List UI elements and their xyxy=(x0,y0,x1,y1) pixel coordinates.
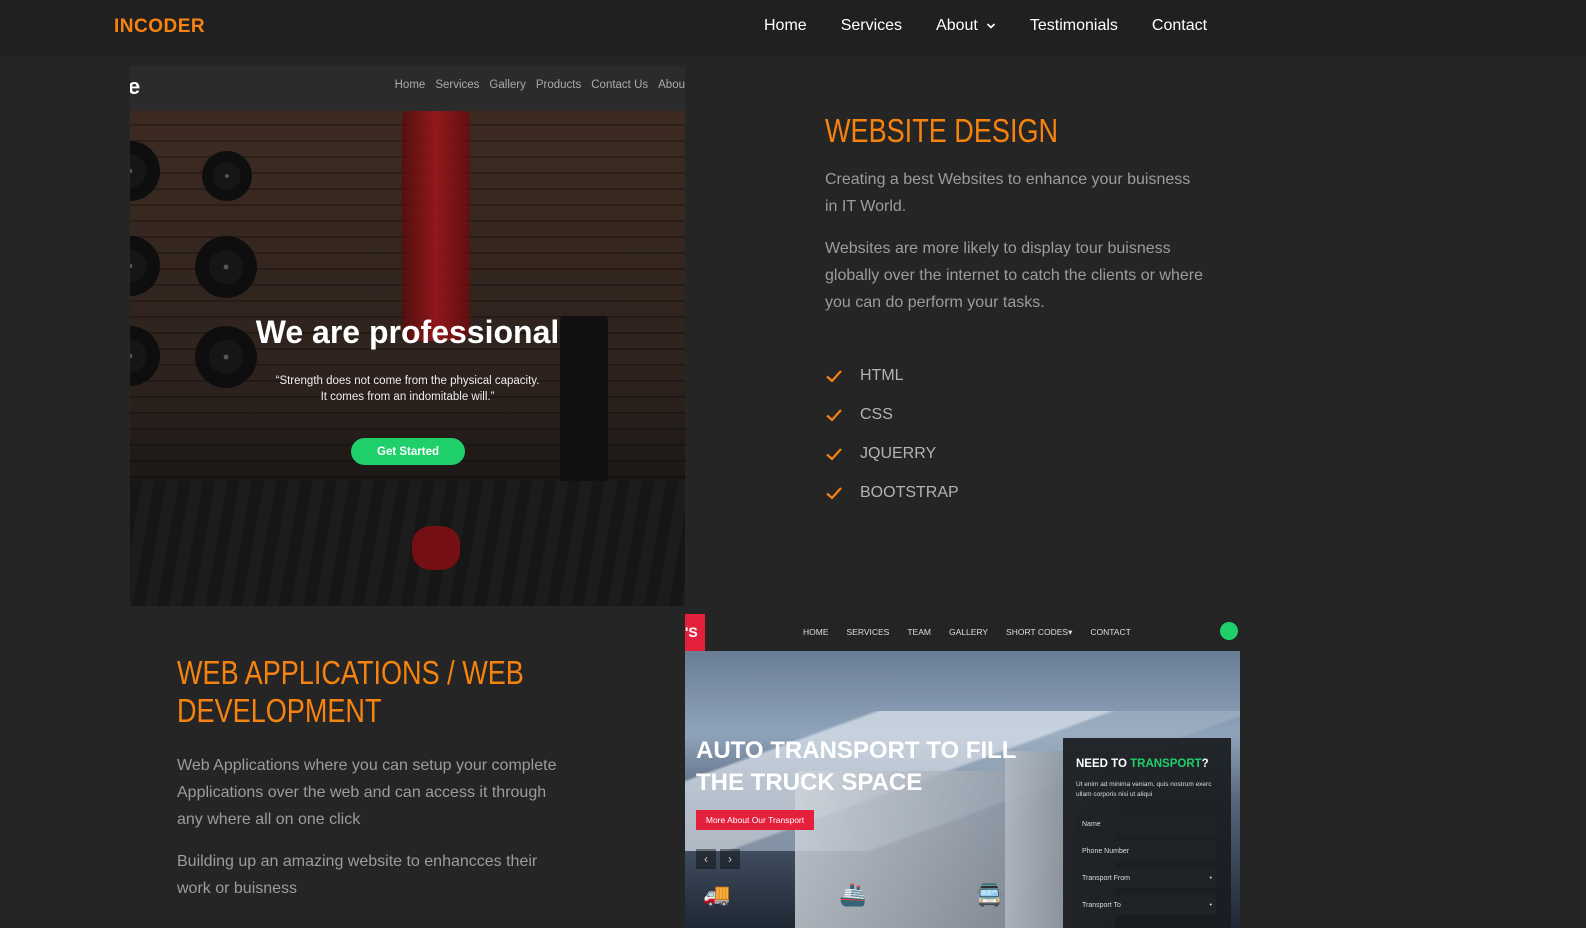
preview-transport-form: NEED TO TRANSPORT? Ut enim ad minima ven… xyxy=(1063,738,1231,928)
bus-icon: 🚍 xyxy=(975,882,1003,907)
form-description: Ut enim ad minima veniam, quis nostrum e… xyxy=(1076,781,1212,798)
dropdown-dot-icon: • xyxy=(1209,874,1212,882)
nav-testimonials[interactable]: Testimonials xyxy=(1030,17,1118,35)
phone-icon xyxy=(1220,622,1238,640)
nav-home-label: Home xyxy=(764,17,807,34)
skill-label: CSS xyxy=(860,405,893,423)
section-paragraph: Websites are more likely to display tour… xyxy=(825,240,1203,311)
check-icon xyxy=(826,486,842,500)
skills-list: HTML CSS JQUERRY BOOTSTRAP xyxy=(825,356,1205,512)
field-label: Name xyxy=(1082,820,1101,828)
preview-nav-item: GALLERY xyxy=(948,627,989,637)
section-body: Web Applications where you can setup you… xyxy=(177,752,557,902)
dropdown-dot-icon: • xyxy=(1209,901,1212,909)
check-icon xyxy=(826,369,842,383)
preview-nav-item: Gallery xyxy=(489,79,526,91)
weight-plate-graphic xyxy=(130,236,160,296)
brand-logo[interactable]: INCODER xyxy=(114,16,205,38)
preview-logo: e xyxy=(130,74,141,99)
preview-more-button: More About Our Transport xyxy=(696,810,814,830)
preview-nav-item: Home xyxy=(394,79,426,91)
field-label: Transport To xyxy=(1082,901,1121,909)
floor-graphic xyxy=(130,481,685,606)
punching-bag-graphic xyxy=(402,111,470,341)
nav-contact[interactable]: Contact xyxy=(1152,17,1207,35)
ship-icon: 🚢 xyxy=(839,882,867,907)
web-applications-section: WEB APPLICATIONS / WEB DEVELOPMENT Web A… xyxy=(177,654,557,917)
form-title-prefix: NEED TO xyxy=(1076,758,1131,770)
form-field-transport-to: Transport To • xyxy=(1076,895,1216,915)
nav-about-label: About xyxy=(936,17,978,34)
form-field-name: Name xyxy=(1076,814,1216,834)
preview-service-icons: 🚚 🚢 🚍 xyxy=(703,882,1003,908)
form-title-highlight: TRANSPORT xyxy=(1130,758,1202,770)
section-title: WEB APPLICATIONS / WEB DEVELOPMENT xyxy=(177,654,524,729)
skill-label: BOOTSTRAP xyxy=(860,483,959,501)
chevron-left-icon: ‹ xyxy=(696,849,716,869)
weight-plate-graphic xyxy=(195,236,257,298)
section-paragraph: Creating a best Websites to enhance your… xyxy=(825,171,1191,215)
form-field-phone: Phone Number xyxy=(1076,841,1216,861)
list-item: JQUERRY xyxy=(825,434,1205,473)
truck-icon: 🚚 xyxy=(703,882,731,907)
preview-nav-links: HOME SERVICES TEAM GALLERY SHORT CODES▾ … xyxy=(803,627,1131,638)
section-title: WEBSITE DESIGN xyxy=(825,112,1059,149)
preview-hero: We are professional “Strength does not c… xyxy=(130,111,685,606)
nav-testimonials-label: Testimonials xyxy=(1029,17,1118,34)
list-item: HTML xyxy=(825,356,1205,395)
preview-nav-item: CONTACT xyxy=(1090,627,1131,637)
preview-hero-quote: “Strength does not come from the physica… xyxy=(275,375,540,403)
preview-nav-item: Abou xyxy=(658,79,685,91)
list-item: BOOTSTRAP xyxy=(825,473,1205,512)
preview-navbar: 'S HOME SERVICES TEAM GALLERY SHORT CODE… xyxy=(685,614,1240,651)
website-design-preview-image: e Home Services Gallery Products Contact… xyxy=(130,66,685,606)
preview-nav-item: TEAM xyxy=(907,627,931,637)
section-body: Creating a best Websites to enhance your… xyxy=(825,166,1205,316)
weight-plate-graphic xyxy=(130,141,160,201)
boxing-glove-graphic xyxy=(412,526,460,570)
preview-get-started-button: Get Started xyxy=(351,438,465,465)
preview-slider-arrows: ‹ › xyxy=(696,849,740,869)
preview-hero-title: We are professional xyxy=(255,314,560,350)
field-label: Transport From xyxy=(1082,874,1130,882)
chevron-down-icon xyxy=(986,23,995,29)
preview-hero-title: AUTO TRANSPORT TO FILL THE TRUCK SPACE xyxy=(696,737,1017,796)
check-icon xyxy=(826,408,842,422)
website-design-section: WEBSITE DESIGN Creating a best Websites … xyxy=(825,112,1205,512)
nav-services-label: Services xyxy=(840,17,903,34)
field-label: Phone Number xyxy=(1082,847,1130,855)
preview-nav-item: HOME xyxy=(803,627,829,637)
preview-nav-item: Services xyxy=(435,79,480,91)
form-title-suffix: ? xyxy=(1201,758,1209,770)
form-title: NEED TO TRANSPORT? xyxy=(1076,758,1209,770)
preview-nav-links: Home Services Gallery Products Contact U… xyxy=(395,79,685,91)
weight-plate-graphic xyxy=(202,151,252,201)
web-applications-preview-image: 'S HOME SERVICES TEAM GALLERY SHORT CODE… xyxy=(685,614,1240,928)
section-paragraph: Web Applications where you can setup you… xyxy=(177,757,557,828)
preview-nav-item: SERVICES xyxy=(846,627,890,637)
list-item: CSS xyxy=(825,395,1205,434)
preview-logo: 'S xyxy=(685,614,705,651)
form-field-transport-from: Transport From • xyxy=(1076,868,1216,888)
nav-services[interactable]: Services xyxy=(841,17,902,35)
preview-navbar: e Home Services Gallery Products Contact… xyxy=(130,66,685,111)
nav-about[interactable]: About xyxy=(936,17,996,35)
preview-nav-item: Products xyxy=(535,79,582,91)
check-icon xyxy=(826,447,842,461)
top-navbar: INCODER Home Services About Testimonials… xyxy=(0,0,1586,56)
preview-nav-item: Contact Us xyxy=(591,79,649,91)
skill-label: JQUERRY xyxy=(860,444,937,462)
nav-contact-label: Contact xyxy=(1151,17,1208,34)
chevron-right-icon: › xyxy=(720,849,740,869)
section-paragraph: Building up an amazing website to enhanc… xyxy=(177,853,538,897)
nav-home[interactable]: Home xyxy=(764,17,807,35)
skill-label: HTML xyxy=(860,366,904,384)
main-nav: Home Services About Testimonials Contact xyxy=(764,17,1207,35)
preview-nav-item: SHORT CODES▾ xyxy=(1006,627,1073,637)
